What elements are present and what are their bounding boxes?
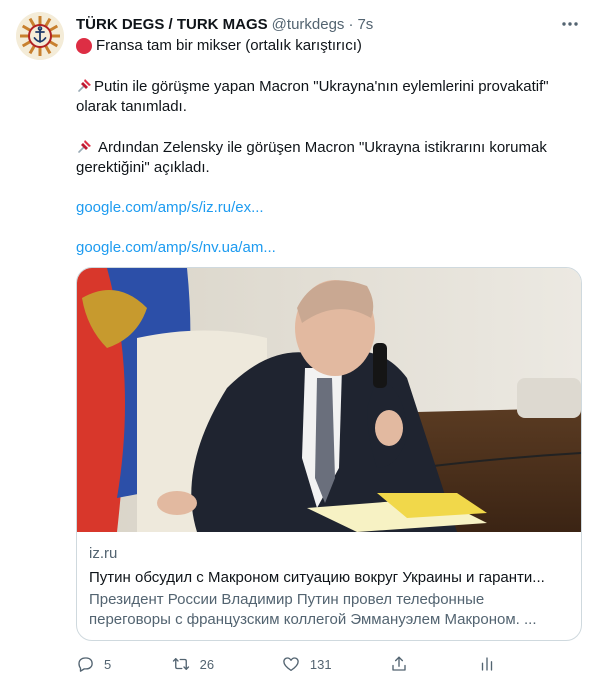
link-nv-ua[interactable]: google.com/amp/s/nv.ua/am...: [76, 238, 578, 258]
retweet-count: 26: [199, 656, 215, 672]
link-iz-ru[interactable]: google.com/amp/s/iz.ru/ex...: [76, 198, 578, 218]
card-domain: iz.ru: [89, 545, 118, 562]
heart-icon: [283, 657, 299, 672]
tweet-paragraph-3-line-1: Ardından Zelensky ile görüşen Macron "Uk…: [98, 139, 547, 156]
red-circle-emoji: [76, 38, 92, 54]
tweet-paragraph-2-line-2: olarak tanımladı.: [76, 98, 187, 115]
share-icon: [392, 656, 406, 671]
tweet-actions: 5 26 131: [76, 652, 496, 676]
reply-button[interactable]: 5: [76, 655, 172, 673]
retweet-button[interactable]: 26: [172, 655, 282, 673]
card-title: Путин обсудил с Макроном ситуацию вокруг…: [89, 569, 545, 586]
card-description-line-1: Президент России Владимир Путин провел т…: [89, 591, 485, 608]
pushpin-emoji: [76, 137, 94, 155]
tweet-paragraph-3: Ardından Zelensky ile görüşen Macron "Uk…: [76, 137, 578, 178]
like-count: 131: [309, 656, 332, 672]
tweet-line-1: Fransa tam bir mikser (ortalık karıştırı…: [76, 36, 578, 56]
author-name[interactable]: TÜRK DEGS / TURK MAGS: [76, 16, 268, 33]
reply-count: 5: [104, 656, 112, 672]
like-button[interactable]: 131: [282, 655, 390, 673]
card-image: [77, 268, 581, 532]
tweet-paragraph-2: Putin ile görüşme yapan Macron "Ukrayna'…: [76, 76, 578, 117]
tweet-paragraph-2-line-1: Putin ile görüşme yapan Macron "Ukrayna'…: [94, 78, 549, 95]
avatar-logo: [16, 12, 64, 60]
tweet-text: Fransa tam bir mikser (ortalık karıştırı…: [76, 36, 578, 258]
card-text: iz.ru Путин обсудил с Макроном ситуацию …: [89, 544, 569, 630]
retweet-icon: [172, 658, 189, 670]
tweet-paragraph-3-line-2: gerektiğini" açıkladı.: [76, 159, 210, 176]
link-preview-card[interactable]: iz.ru Путин обсудил с Макроном ситуацию …: [76, 267, 582, 641]
reply-icon: [78, 657, 93, 672]
tweet-time[interactable]: 7s: [357, 16, 373, 33]
analytics-icon: [481, 657, 493, 671]
separator-dot: ·: [348, 15, 354, 33]
analytics-button[interactable]: [478, 655, 496, 673]
tweet-header: TÜRK DEGS / TURK MAGS @turkdegs · 7s: [76, 13, 582, 35]
tweet-line-1-text: Fransa tam bir mikser (ortalık karıştırı…: [96, 37, 362, 54]
card-description-line-2: переговоры с французским коллегой Эмману…: [89, 611, 537, 628]
share-button[interactable]: [390, 655, 478, 673]
more-icon[interactable]: [558, 12, 582, 36]
pushpin-emoji: [76, 76, 94, 94]
avatar[interactable]: [16, 12, 64, 60]
author-handle[interactable]: @turkdegs: [272, 16, 345, 33]
